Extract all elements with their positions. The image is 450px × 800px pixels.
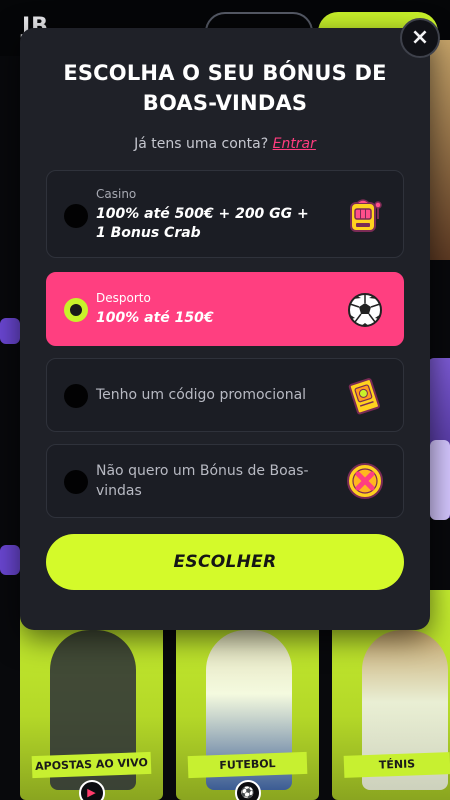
radio-button[interactable] [64,204,88,228]
option-category: Casino [96,187,137,201]
modal-title: ESCOLHA O SEU BÓNUS DE BOAS-VINDAS [63,61,387,115]
category-label: TÉNIS [343,752,450,778]
choose-button[interactable]: ESCOLHER [46,534,404,590]
bonus-option-sports[interactable]: Desporto 100% até 150€ [46,272,404,346]
radio-button[interactable] [64,384,88,408]
promo-ticket-icon [348,378,380,415]
game-tile[interactable] [430,440,450,520]
game-tile[interactable] [0,545,20,575]
radio-button-selected[interactable] [64,298,88,322]
no-bonus-coin-icon [347,463,383,499]
welcome-bonus-modal: ESCOLHA O SEU BÓNUS DE BOAS-VINDAS Já te… [20,28,430,630]
slot-machine-icon [350,199,382,232]
option-category: Desporto [96,291,151,305]
login-link[interactable]: Entrar [273,136,316,152]
game-tile[interactable] [0,318,20,344]
bonus-option-promo-code[interactable]: Tenho um código promocional [46,358,404,432]
option-text: Tenho um código promocional [96,387,307,403]
category-label: FUTEBOL [187,751,308,779]
login-prompt-text: Já tens uma conta? [134,136,269,152]
login-prompt: Já tens uma conta? Entrar [20,136,430,152]
bonus-option-no-bonus[interactable]: Não quero um Bónus de Boas-vindas [46,444,404,518]
radio-button[interactable] [64,470,88,494]
bonus-option-casino[interactable]: Casino 100% até 500€ + 200 GG + 1 Bonus … [46,170,404,258]
option-text: 100% até 500€ + 200 GG + 1 Bonus Crab [96,206,309,241]
soccer-ball-icon [348,293,382,327]
option-text: Não quero um Bónus de Boas-vindas [96,463,309,499]
category-label: APOSTAS AO VIVO [31,751,152,779]
play-icon: ▶ [78,780,105,800]
option-text: 100% até 150€ [96,310,214,326]
ball-icon: ⚽ [234,780,261,800]
close-icon[interactable]: × [400,18,440,58]
